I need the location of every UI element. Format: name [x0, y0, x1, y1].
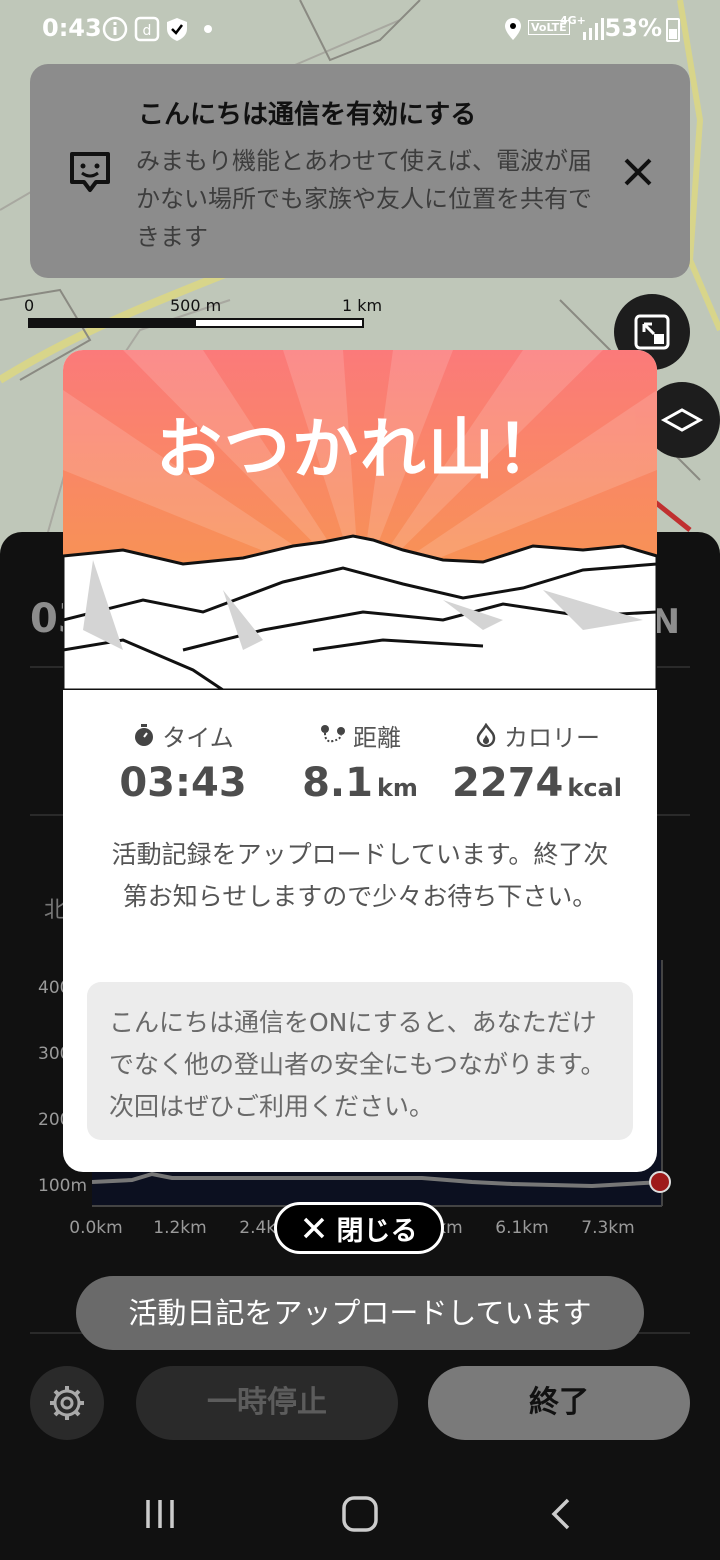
upload-message: 活動記録をアップロードしています。終了次第お知らせしますので少々お待ち下さい。	[111, 840, 609, 911]
chat-face-icon	[70, 152, 110, 192]
notice-title: こんにちは通信を有効にする	[138, 100, 477, 130]
scale-label-1km: 1 km	[342, 296, 383, 315]
communication-notice[interactable]: こんにちは通信を有効にする みまもり機能とあわせて使えば、電波が届かない場所でも…	[30, 64, 690, 278]
elev-x-label: 7.3km	[581, 1218, 635, 1238]
d-icon: d	[134, 16, 160, 42]
upload-toast: 活動日記をアップロードしています	[76, 1276, 644, 1350]
stat-time-value: 03:43	[119, 760, 247, 806]
stat-distance-value: 8.1	[302, 760, 373, 806]
signal-icon	[583, 18, 604, 40]
elev-y-label: 100m	[38, 1176, 88, 1196]
close-modal-button[interactable]: 閉じる	[274, 1202, 444, 1254]
svg-text:d: d	[143, 23, 152, 39]
dot-icon	[204, 25, 212, 33]
stopwatch-icon	[135, 724, 154, 746]
close-button-label: 閉じる	[336, 1215, 418, 1247]
settings-button[interactable]	[30, 1366, 104, 1440]
stat-calories: カロリー 2274 kcal	[447, 720, 627, 806]
scale-label-500m: 500 m	[170, 296, 222, 315]
stat-distance-label: 距離	[353, 723, 401, 752]
info-icon	[102, 16, 128, 42]
elev-x-label: 6.1km	[495, 1218, 549, 1238]
stat-distance: 距離 8.1 km	[270, 720, 450, 807]
scale-label-0: 0	[24, 296, 35, 315]
end-button[interactable]: 終了	[428, 1366, 690, 1440]
elev-x-label: 1.2km	[153, 1218, 207, 1238]
location-icon	[505, 18, 521, 40]
map-scale: 0 500 m 1 km	[24, 296, 394, 336]
stat-time-label: タイム	[162, 723, 234, 752]
close-icon	[303, 1217, 324, 1239]
status-bar: 0:43 d VoLTE 4G+ 53%	[0, 0, 720, 60]
notice-body: みまもり機能とあわせて使えば、電波が届かない場所でも家族や友人に位置を共有できま…	[136, 147, 592, 251]
stat-distance-unit: km	[376, 774, 418, 802]
battery-icon	[666, 18, 680, 42]
elev-x-label: 0.0km	[69, 1218, 123, 1238]
back-icon[interactable]	[542, 1494, 582, 1534]
completion-headline: おつかれ山！	[156, 411, 564, 488]
completion-modal: おつかれ山！ タイム 03:43 距離 8.1 km カロリー 2274 kcal …	[63, 350, 657, 1172]
pause-button[interactable]: 一時停止	[136, 1366, 398, 1440]
system-nav-bar	[0, 1470, 720, 1560]
flame-icon	[476, 723, 496, 747]
status-time: 0:43	[42, 14, 102, 42]
route-icon	[321, 725, 345, 743]
scale-bar	[28, 318, 364, 328]
stat-calories-unit: kcal	[567, 774, 622, 802]
stat-time: タイム 03:43	[93, 720, 273, 807]
communication-info-box: こんにちは通信をONにすると、あなただけでなく他の登山者の安全にもつながります。…	[87, 982, 633, 1140]
shield-icon	[167, 18, 187, 41]
battery-percent: 53%	[604, 14, 662, 42]
home-icon[interactable]	[340, 1494, 380, 1534]
stat-calories-value: 2274	[452, 760, 564, 806]
close-icon[interactable]	[618, 152, 658, 192]
recent-apps-icon[interactable]	[140, 1494, 180, 1534]
stat-calories-label: カロリー	[504, 723, 600, 752]
gear-icon	[50, 1386, 84, 1420]
